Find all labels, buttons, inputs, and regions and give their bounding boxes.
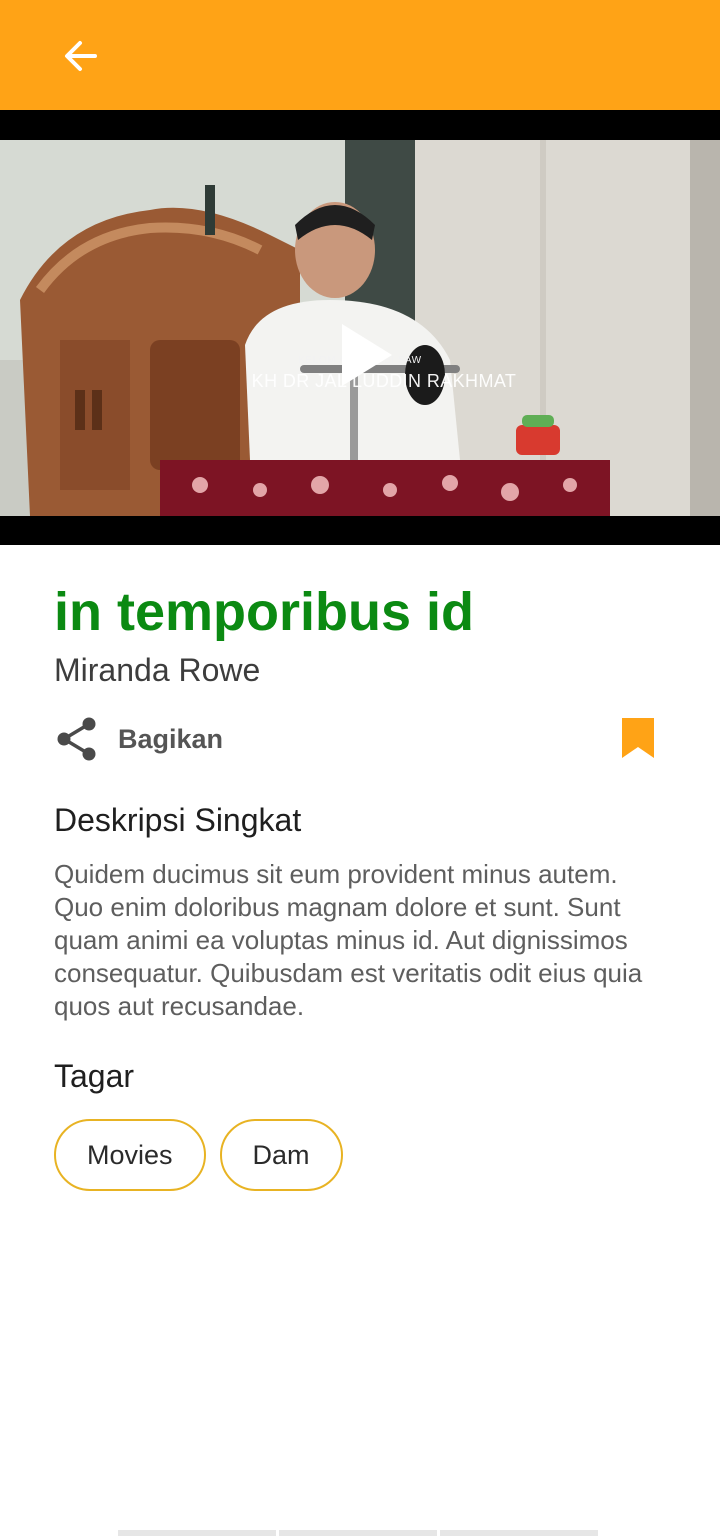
bookmark-icon <box>622 718 654 758</box>
play-button[interactable] <box>330 320 400 390</box>
tag-chip[interactable]: Dam <box>219 1119 343 1191</box>
content-title: in temporibus id <box>54 582 475 642</box>
back-button[interactable] <box>50 28 112 84</box>
description-text: Quidem ducimus sit eum provident minus a… <box>54 859 643 1021</box>
bottom-indicator <box>118 1530 598 1536</box>
share-button[interactable]: Bagikan <box>54 714 223 764</box>
indicator-segment <box>440 1530 598 1536</box>
tag-chip[interactable]: Movies <box>54 1119 206 1191</box>
video-thumbnail: KELOM ABAT NABI SAW KH DR JAL LUDDIN RAK… <box>0 140 720 516</box>
tags-heading: Tagar <box>54 1058 135 1094</box>
indicator-segment <box>118 1530 276 1536</box>
indicator-segment <box>279 1530 437 1536</box>
share-icon <box>57 717 96 761</box>
bookmark-button[interactable] <box>620 716 656 760</box>
video-player[interactable]: KELOM ABAT NABI SAW KH DR JAL LUDDIN RAK… <box>0 110 720 545</box>
app-bar <box>0 0 720 110</box>
tag-list: Movies Dam <box>54 1119 343 1191</box>
play-icon <box>342 324 392 386</box>
author-name: Miranda Rowe <box>54 652 261 688</box>
arrow-left-icon <box>65 41 97 71</box>
share-label: Bagikan <box>118 723 224 754</box>
description-heading: Deskripsi Singkat <box>54 802 302 838</box>
